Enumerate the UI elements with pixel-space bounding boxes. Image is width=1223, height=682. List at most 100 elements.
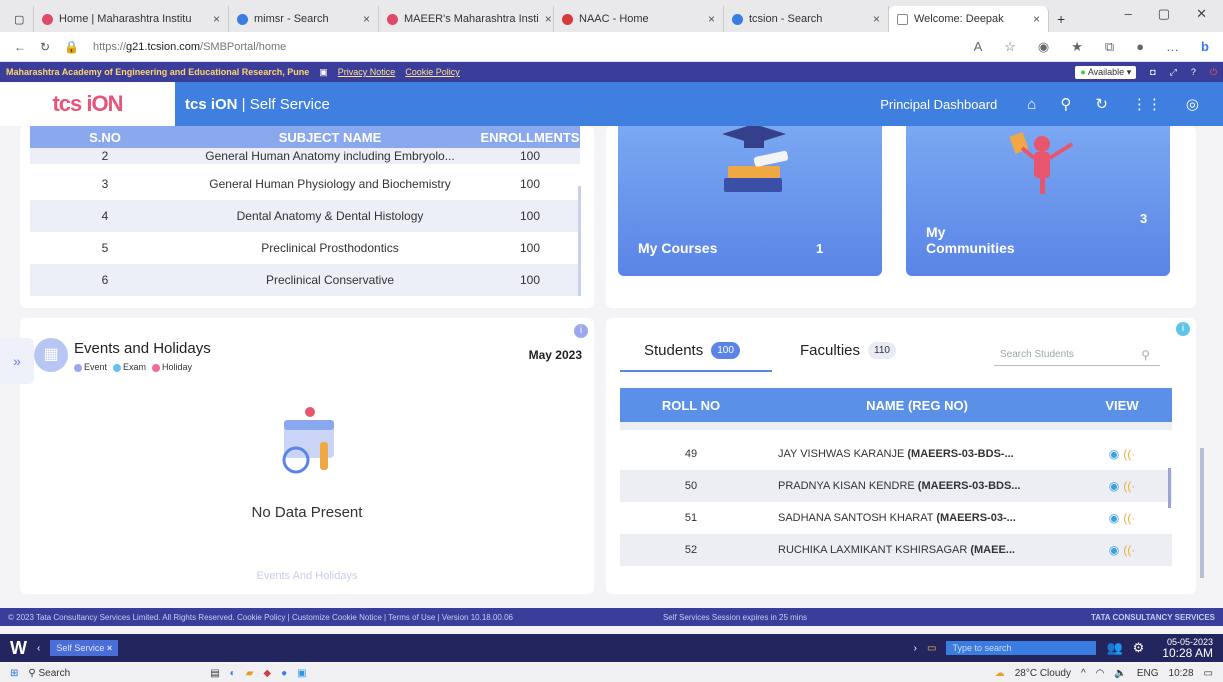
chat-icon[interactable]: ▭	[927, 643, 936, 654]
close-icon[interactable]: ×	[873, 12, 880, 26]
home-icon[interactable]: ⌂	[1027, 96, 1036, 113]
status-select[interactable]: ● Available ▾	[1075, 65, 1137, 79]
table-row[interactable]: 50 PRADNYA KISAN KENDRE (MAEERS-03-BDS..…	[620, 470, 1172, 502]
chevron-right-icon[interactable]: ›	[914, 643, 917, 654]
apps-grid-icon[interactable]: ⋮⋮	[1132, 95, 1162, 113]
expand-chevron-icon[interactable]: »	[0, 338, 34, 384]
audio-icon[interactable]: ((·	[1123, 479, 1135, 493]
scrollbar[interactable]	[578, 186, 581, 296]
help-icon[interactable]: ?	[1191, 67, 1196, 77]
tcs-ion-logo[interactable]: tcs iON	[0, 82, 175, 126]
table-row[interactable]: 6 Preclinical Conservative 100	[30, 264, 580, 296]
browser-tab-3[interactable]: MAEER's Maharashtra Insti ×	[379, 6, 554, 32]
power-icon[interactable]: ⏻	[1210, 67, 1217, 78]
table-row[interactable]: 2 General Human Anatomy including Embryo…	[30, 148, 580, 164]
taskbar-clock[interactable]: 10:28	[1169, 668, 1194, 679]
table-row[interactable]: 51 SADHANA SANTOSH KHARAT (MAEERS-03-...…	[620, 502, 1172, 534]
table-scrollbar[interactable]	[1168, 468, 1171, 508]
tray-up-icon[interactable]: ^	[1081, 668, 1086, 679]
table-row[interactable]: 52 RUCHIKA LAXMIKANT KSHIRSAGAR (MAEE...…	[620, 534, 1172, 566]
settings-icon[interactable]: ◎	[1186, 95, 1199, 113]
notification-icon[interactable]: ▭	[1204, 668, 1213, 679]
store-icon[interactable]: ▣	[297, 668, 306, 679]
audio-icon[interactable]: ((·	[1123, 447, 1135, 461]
expand-icon[interactable]: ⤢	[1170, 67, 1177, 78]
table-row[interactable]: 5 Preclinical Prosthodontics 100	[30, 232, 580, 264]
tab-title: NAAC - Home	[579, 13, 649, 25]
language-indicator[interactable]: ENG	[1137, 668, 1159, 679]
close-icon[interactable]: ×	[708, 12, 715, 26]
cookie-link[interactable]: Cookie Policy	[405, 67, 460, 77]
camera-icon[interactable]: ◘	[1150, 67, 1155, 77]
w-logo-icon[interactable]: W	[10, 638, 27, 659]
view-icon[interactable]: ◉ ((·	[1072, 479, 1172, 493]
bing-icon[interactable]: b	[1201, 39, 1209, 55]
collapse-left-icon[interactable]: ‹	[37, 643, 40, 654]
browser-tab-2[interactable]: mimsr - Search ×	[229, 6, 379, 32]
my-communities-tile[interactable]: My Communities 3	[906, 126, 1170, 276]
profile-icon[interactable]: ●	[1136, 39, 1144, 55]
type-to-search-input[interactable]: Type to search	[946, 641, 1097, 655]
settings-gear-icon[interactable]: ⚙	[1133, 640, 1145, 656]
volume-icon[interactable]: 🔈	[1114, 668, 1126, 679]
browser-tab-6[interactable]: Welcome: Deepak ×	[889, 6, 1049, 32]
chrome-icon[interactable]: ●	[281, 668, 287, 679]
browser-tab-1[interactable]: Home | Maharashtra Institu ×	[34, 6, 229, 32]
minimize-icon[interactable]: –	[1125, 6, 1132, 22]
view-icon[interactable]: ◉ ((·	[1072, 543, 1172, 557]
taskbar-search[interactable]: ⚲ Search	[28, 668, 70, 679]
edge-icon[interactable]: ◐	[230, 668, 236, 679]
task-view-icon[interactable]: ▤	[210, 668, 219, 679]
back-icon[interactable]: ←	[14, 40, 26, 54]
folder-icon[interactable]: ▰	[246, 668, 254, 679]
search-students-input[interactable]: Search Students ⚲	[994, 344, 1160, 366]
close-icon[interactable]: ×	[1033, 12, 1040, 26]
app-icon[interactable]: ◆	[263, 668, 271, 679]
favorite-icon[interactable]: ☆	[1004, 39, 1016, 55]
close-icon[interactable]: ×	[363, 12, 370, 26]
info-icon[interactable]: i	[574, 324, 588, 338]
tab-faculties[interactable]: Faculties 110	[800, 342, 896, 359]
refresh-icon[interactable]: ↻	[40, 40, 50, 54]
audio-icon[interactable]: ((·	[1123, 511, 1135, 525]
view-icon[interactable]: ◉ ((·	[1072, 511, 1172, 525]
network-icon[interactable]: ◠	[1096, 668, 1105, 679]
table-row[interactable]: 3 General Human Physiology and Biochemis…	[30, 168, 580, 200]
privacy-link[interactable]: Privacy Notice	[338, 67, 396, 77]
restore-icon[interactable]: ▢	[1158, 6, 1170, 22]
favorites-icon[interactable]: ★	[1071, 39, 1083, 55]
url-field[interactable]: https://g21.tcsion.com/SMBPortal/home	[93, 41, 286, 53]
legend-event: Event	[74, 362, 107, 372]
close-icon[interactable]: ×	[213, 12, 220, 26]
dashboard-title[interactable]: Principal Dashboard	[880, 97, 997, 112]
close-icon[interactable]: ×	[545, 12, 552, 26]
browser-tab-4[interactable]: NAAC - Home ×	[554, 6, 724, 32]
view-icon[interactable]: ◉ ((·	[1072, 447, 1172, 461]
windows-start-icon[interactable]: ⊞	[10, 668, 18, 679]
my-courses-tile[interactable]: My Courses 1	[618, 126, 882, 276]
tab-actions-icon[interactable]: ▢	[8, 6, 34, 32]
page-scrollbar[interactable]	[1200, 448, 1204, 578]
read-aloud-icon[interactable]: A	[974, 39, 983, 55]
no-data-message: No Data Present	[251, 504, 363, 521]
table-row[interactable]: 4 Dental Anatomy & Dental Histology 100	[30, 200, 580, 232]
col-view: VIEW	[1105, 397, 1139, 413]
more-icon[interactable]: …	[1166, 39, 1179, 55]
self-service-button[interactable]: Self Service ×	[50, 640, 119, 656]
sync-icon[interactable]: ↻	[1095, 95, 1108, 113]
collections-icon[interactable]: ⧉	[1105, 39, 1114, 55]
events-footer-link[interactable]: Events And Holidays	[20, 570, 594, 582]
table-row[interactable]: 49 JAY VISHWAS KARANJE (MAEERS-03-BDS-..…	[620, 438, 1172, 470]
info-icon[interactable]: i	[1176, 322, 1190, 336]
new-tab-icon[interactable]: +	[1049, 6, 1073, 32]
tab-students[interactable]: Students 100	[644, 342, 740, 359]
close-window-icon[interactable]: ✕	[1196, 6, 1207, 22]
weather-text[interactable]: 28°C Cloudy	[1015, 668, 1071, 679]
search-icon[interactable]: ⚲	[1060, 95, 1071, 113]
search-icon[interactable]: ⚲	[1141, 344, 1150, 366]
browser-tab-5[interactable]: tcsion - Search ×	[724, 6, 889, 32]
tile-count: 1	[816, 241, 824, 256]
people-icon[interactable]: 👥	[1106, 640, 1122, 656]
audio-icon[interactable]: ((·	[1123, 543, 1135, 557]
extension-icon[interactable]: ◉	[1038, 39, 1049, 55]
